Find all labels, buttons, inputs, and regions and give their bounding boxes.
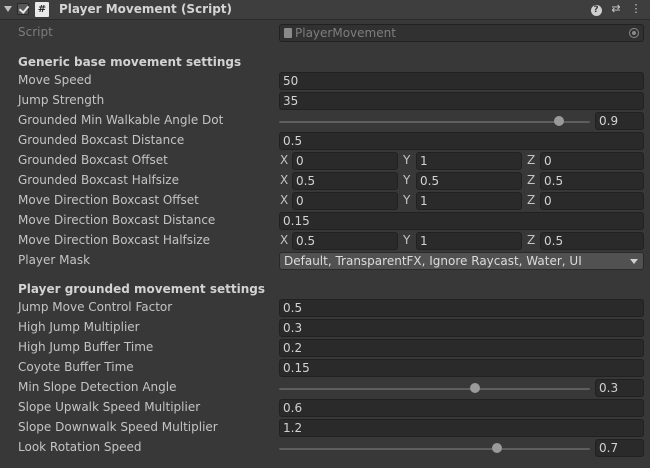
grounded-min-angle-row: Grounded Min Walkable Angle Dot 0.9 [0, 112, 650, 130]
high-jump-mult-row: High Jump Multiplier 0.3 [0, 319, 650, 337]
look-rotation-row: Look Rotation Speed 0.7 [0, 439, 650, 457]
component-header: # Player Movement (Script) ? ⇄ ⋮ [0, 0, 650, 20]
move-speed-row: Move Speed 50 [0, 72, 650, 90]
grounded-box-offset-label: Grounded Boxcast Offset [18, 153, 168, 167]
move-dir-offset-label: Move Direction Boxcast Offset [18, 193, 199, 207]
presets-icon[interactable]: ⇄ [609, 2, 623, 16]
y-axis-label[interactable]: Y [403, 193, 410, 207]
move-dir-distance-label: Move Direction Boxcast Distance [18, 213, 216, 227]
z-axis-label[interactable]: Z [527, 233, 535, 247]
min-slope-angle-slider-thumb[interactable] [469, 383, 480, 393]
move-speed-field[interactable]: 50 [279, 72, 644, 90]
more-menu-icon[interactable]: ⋮ [629, 2, 643, 16]
y-axis-label[interactable]: Y [403, 233, 410, 247]
script-file-icon [284, 28, 292, 38]
player-mask-label: Player Mask [18, 253, 91, 267]
min-slope-angle-label: Min Slope Detection Angle [18, 380, 177, 394]
jump-move-control-row: Jump Move Control Factor 0.5 [0, 299, 650, 317]
move-dir-halfsize-row: Move Direction Boxcast Halfsize X 0.5 Y … [0, 232, 650, 250]
move-dir-distance-row: Move Direction Boxcast Distance 0.15 [0, 212, 650, 230]
grounded-box-halfsize-label: Grounded Boxcast Halfsize [18, 173, 179, 187]
dropdown-arrow-icon [630, 259, 638, 264]
z-axis-label[interactable]: Z [527, 173, 535, 187]
grounded-min-angle-slider-track[interactable] [279, 121, 590, 123]
grounded-box-halfsize-row: Grounded Boxcast Halfsize X 0.5 Y 0.5 Z … [0, 172, 650, 190]
y-axis-label[interactable]: Y [403, 153, 410, 167]
component-enabled-checkbox[interactable] [17, 3, 29, 15]
script-label: Script [18, 25, 53, 39]
z-axis-label[interactable]: Z [527, 193, 535, 207]
high-jump-buffer-label: High Jump Buffer Time [18, 340, 154, 354]
look-rotation-slider-track[interactable] [279, 448, 590, 450]
jump-strength-label: Jump Strength [18, 93, 105, 107]
move-dir-halfsize-label: Move Direction Boxcast Halfsize [18, 233, 211, 247]
move-dir-distance-field[interactable]: 0.15 [279, 212, 644, 230]
help-icon[interactable]: ? [589, 2, 603, 16]
look-rotation-label: Look Rotation Speed [18, 440, 142, 454]
slope-up-mult-field[interactable]: 0.6 [279, 399, 644, 417]
grounded-min-angle-field[interactable]: 0.9 [595, 112, 644, 130]
coyote-buffer-row: Coyote Buffer Time 0.15 [0, 359, 650, 377]
player-mask-dropdown[interactable]: Default, TransparentFX, Ignore Raycast, … [279, 252, 644, 270]
jump-strength-row: Jump Strength 35 [0, 92, 650, 110]
move-dir-offset-z-field[interactable]: 0 [540, 192, 644, 210]
jump-strength-field[interactable]: 35 [279, 92, 644, 110]
look-rotation-slider-thumb[interactable] [491, 443, 502, 453]
min-slope-angle-field[interactable]: 0.3 [595, 379, 644, 397]
move-dir-offset-y-field[interactable]: 1 [416, 192, 522, 210]
coyote-buffer-field[interactable]: 0.15 [279, 359, 644, 377]
look-rotation-field[interactable]: 0.7 [595, 439, 644, 457]
move-dir-halfsize-y-field[interactable]: 1 [416, 232, 522, 250]
grounded-box-distance-row: Grounded Boxcast Distance 0.5 [0, 132, 650, 150]
move-dir-offset-row: Move Direction Boxcast Offset X 0 Y 1 Z … [0, 192, 650, 210]
script-row: Script PlayerMovement [0, 24, 650, 42]
high-jump-buffer-row: High Jump Buffer Time 0.2 [0, 339, 650, 357]
player-mask-value: Default, TransparentFX, Ignore Raycast, … [284, 254, 582, 268]
script-object-field[interactable]: PlayerMovement [279, 24, 644, 42]
grounded-min-angle-slider-thumb[interactable] [553, 116, 564, 126]
jump-move-control-label: Jump Move Control Factor [18, 300, 173, 314]
high-jump-buffer-field[interactable]: 0.2 [279, 339, 644, 357]
slope-down-mult-field[interactable]: 1.2 [279, 419, 644, 437]
coyote-buffer-label: Coyote Buffer Time [18, 360, 134, 374]
foldout-arrow-icon[interactable] [4, 6, 12, 12]
x-axis-label[interactable]: X [280, 153, 288, 167]
grounded-box-distance-label: Grounded Boxcast Distance [18, 133, 185, 147]
slope-down-mult-row: Slope Downwalk Speed Multiplier 1.2 [0, 419, 650, 437]
script-value: PlayerMovement [295, 26, 396, 40]
grounded-min-angle-label: Grounded Min Walkable Angle Dot [18, 113, 224, 127]
min-slope-angle-slider-track[interactable] [279, 388, 590, 390]
x-axis-label[interactable]: X [280, 193, 288, 207]
grounded-box-halfsize-z-field[interactable]: 0.5 [540, 172, 644, 190]
section-grounded-title: Player grounded movement settings [18, 282, 265, 296]
slope-up-mult-row: Slope Upwalk Speed Multiplier 0.6 [0, 399, 650, 417]
move-dir-offset-x-field[interactable]: 0 [292, 192, 398, 210]
grounded-box-offset-y-field[interactable]: 1 [416, 152, 522, 170]
z-axis-label[interactable]: Z [527, 153, 535, 167]
grounded-box-halfsize-y-field[interactable]: 0.5 [416, 172, 522, 190]
grounded-box-distance-field[interactable]: 0.5 [279, 132, 644, 150]
grounded-box-offset-x-field[interactable]: 0 [292, 152, 398, 170]
component-title[interactable]: Player Movement (Script) [59, 2, 232, 16]
grounded-box-offset-row: Grounded Boxcast Offset X 0 Y 1 Z 0 [0, 152, 650, 170]
high-jump-mult-field[interactable]: 0.3 [279, 319, 644, 337]
move-speed-label: Move Speed [18, 73, 92, 87]
slope-up-mult-label: Slope Upwalk Speed Multiplier [18, 400, 201, 414]
grounded-box-halfsize-x-field[interactable]: 0.5 [292, 172, 398, 190]
grounded-box-offset-z-field[interactable]: 0 [540, 152, 644, 170]
x-axis-label[interactable]: X [280, 233, 288, 247]
x-axis-label[interactable]: X [280, 173, 288, 187]
high-jump-mult-label: High Jump Multiplier [18, 320, 140, 334]
jump-move-control-field[interactable]: 0.5 [279, 299, 644, 317]
slope-down-mult-label: Slope Downwalk Speed Multiplier [18, 420, 218, 434]
move-dir-halfsize-z-field[interactable]: 0.5 [540, 232, 644, 250]
move-dir-halfsize-x-field[interactable]: 0.5 [292, 232, 398, 250]
player-mask-row: Player Mask Default, TransparentFX, Igno… [0, 252, 650, 270]
object-picker-icon[interactable] [629, 28, 639, 38]
script-icon: # [35, 2, 49, 17]
section-generic-title: Generic base movement settings [18, 55, 242, 69]
y-axis-label[interactable]: Y [403, 173, 410, 187]
min-slope-angle-row: Min Slope Detection Angle 0.3 [0, 379, 650, 397]
